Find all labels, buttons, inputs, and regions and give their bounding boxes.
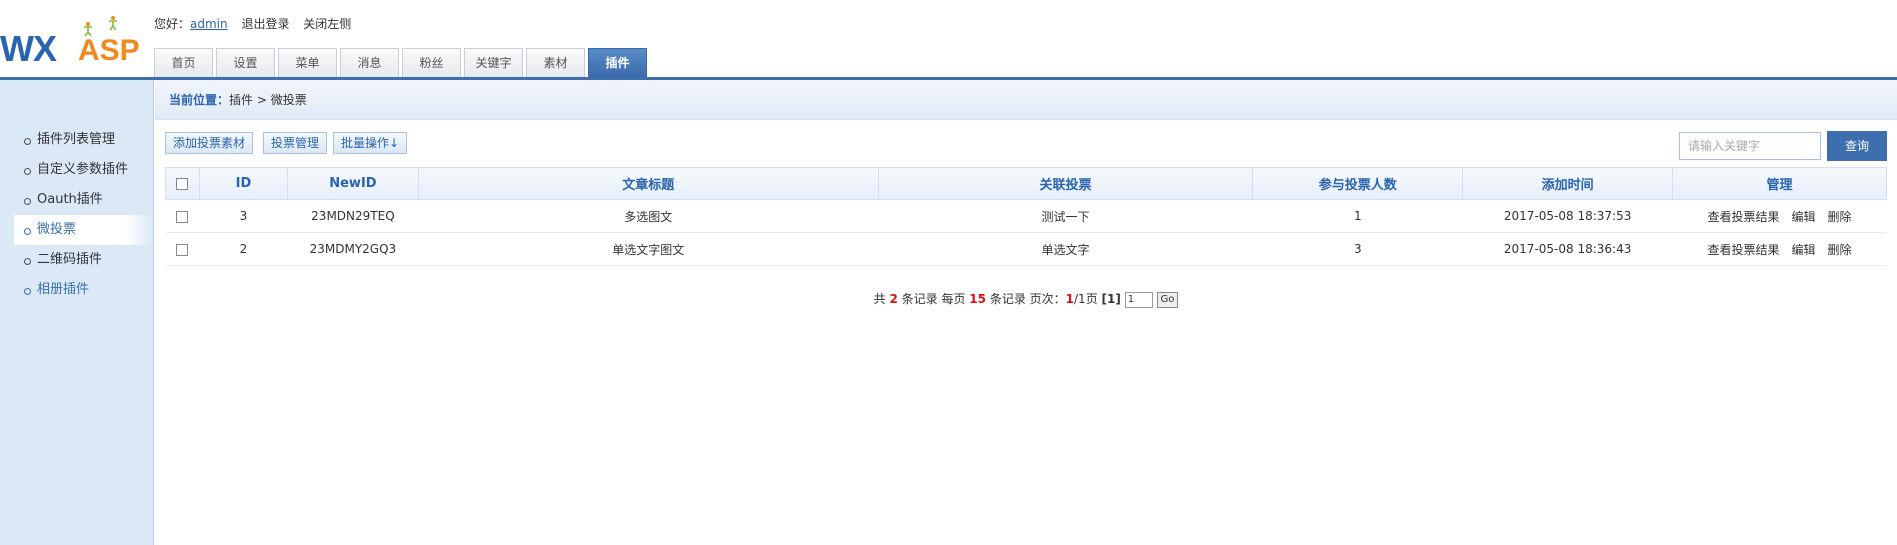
- pager-total: 2: [889, 292, 898, 306]
- cell-id: 3: [199, 199, 288, 233]
- top-bar: 您好：admin 退出登录 关闭左侧: [154, 15, 351, 32]
- greeting: 您好：: [154, 17, 191, 31]
- pager-records-per: 条记录 每页: [901, 292, 966, 306]
- view-results-link[interactable]: 查看投票结果: [1708, 243, 1780, 257]
- tab-keywords[interactable]: 关键字: [464, 48, 523, 77]
- tab-home[interactable]: 首页: [154, 48, 213, 77]
- sidebar: 插件列表管理 自定义参数插件 Oauth插件 微投票 二维码插件 相册插件: [0, 80, 154, 545]
- select-all-cell: [165, 167, 200, 200]
- sidebar-item-oauth[interactable]: Oauth插件: [0, 185, 153, 215]
- cell-title: 单选文字图文: [418, 232, 879, 266]
- logo-asp: ASP: [78, 34, 140, 67]
- logout-link[interactable]: 退出登录: [241, 17, 289, 31]
- toolbar: 添加投票素材 投票管理 批量操作↓ 查询: [155, 120, 1897, 162]
- pagination: 共 2 条记录 每页 15 条记录 页次：1/1页 [1] 1 Go: [155, 290, 1897, 308]
- page-number-input[interactable]: 1: [1124, 291, 1153, 308]
- add-vote-material-button[interactable]: 添加投票素材: [165, 132, 254, 154]
- select-all-checkbox[interactable]: [176, 177, 189, 190]
- logo: WX ASP: [0, 8, 152, 72]
- breadcrumb-path: 插件 > 微投票: [229, 93, 307, 107]
- header: WX ASP 您好：admin 退出登录 关闭左侧 首页 设置 菜单 消息 粉丝…: [0, 0, 1897, 80]
- col-title: 文章标题: [417, 167, 879, 200]
- main-content: 当前位置：插件 > 微投票 添加投票素材 投票管理 批量操作↓ 查询 ID Ne…: [155, 80, 1897, 545]
- username-link[interactable]: admin: [190, 17, 228, 31]
- cell-actions: 查看投票结果 编辑 删除: [1672, 199, 1887, 233]
- tab-fans[interactable]: 粉丝: [402, 48, 461, 77]
- cell-newid: 23MDN29TEQ: [287, 199, 419, 233]
- cell-newid: 23MDMY2GQ3: [287, 232, 419, 266]
- edit-link[interactable]: 编辑: [1792, 243, 1816, 257]
- col-newid: NewID: [286, 167, 419, 200]
- batch-action-button[interactable]: 批量操作↓: [333, 132, 408, 154]
- col-vote: 关联投票: [877, 167, 1254, 200]
- pager-prefix: 共: [873, 292, 886, 306]
- pager-page-list[interactable]: [1]: [1102, 292, 1121, 306]
- sidebar-item-qrcode[interactable]: 二维码插件: [0, 245, 153, 275]
- sidebar-item-album[interactable]: 相册插件: [0, 275, 153, 305]
- breadcrumb: 当前位置：插件 > 微投票: [155, 80, 1897, 120]
- tab-menu[interactable]: 菜单: [278, 48, 337, 77]
- cell-title: 多选图文: [418, 199, 879, 233]
- row-checkbox[interactable]: [176, 243, 189, 256]
- col-id: ID: [198, 167, 288, 200]
- breadcrumb-label: 当前位置：: [169, 93, 230, 107]
- cell-time: 2017-05-08 18:36:43: [1462, 232, 1673, 266]
- tab-plugins[interactable]: 插件: [588, 48, 647, 77]
- search-button[interactable]: 查询: [1827, 131, 1887, 161]
- logo-wx: WX: [0, 28, 57, 69]
- cell-vote: 单选文字: [878, 232, 1253, 266]
- cell-id: 2: [199, 232, 288, 266]
- go-button[interactable]: Go: [1156, 291, 1179, 308]
- tab-messages[interactable]: 消息: [340, 48, 399, 77]
- sidebar-item-vote[interactable]: 微投票: [14, 215, 153, 245]
- edit-link[interactable]: 编辑: [1792, 210, 1816, 224]
- delete-link[interactable]: 删除: [1828, 210, 1852, 224]
- pager-current: 1: [1065, 292, 1075, 306]
- tab-materials[interactable]: 素材: [526, 48, 585, 77]
- col-count: 参与投票人数: [1252, 167, 1464, 200]
- tab-settings[interactable]: 设置: [216, 48, 275, 77]
- table-row: 2 23MDMY2GQ3 单选文字图文 单选文字 3 2017-05-08 18…: [165, 232, 1887, 266]
- vote-manage-button[interactable]: 投票管理: [263, 132, 328, 154]
- logo-figure-icon: [109, 16, 117, 30]
- delete-link[interactable]: 删除: [1828, 243, 1852, 257]
- cell-count: 3: [1252, 232, 1463, 266]
- col-manage: 管理: [1672, 167, 1887, 200]
- row-checkbox[interactable]: [176, 210, 189, 223]
- sidebar-item-plugin-list[interactable]: 插件列表管理: [0, 125, 153, 155]
- col-time: 添加时间: [1462, 167, 1674, 200]
- main-nav: 首页 设置 菜单 消息 粉丝 关键字 素材 插件: [154, 48, 650, 77]
- search-input[interactable]: [1679, 132, 1821, 160]
- table-row: 3 23MDN29TEQ 多选图文 测试一下 1 2017-05-08 18:3…: [165, 199, 1887, 233]
- sidebar-item-custom-params[interactable]: 自定义参数插件: [0, 155, 153, 185]
- close-left-link[interactable]: 关闭左侧: [303, 17, 351, 31]
- cell-actions: 查看投票结果 编辑 删除: [1672, 232, 1887, 266]
- cell-time: 2017-05-08 18:37:53: [1462, 199, 1673, 233]
- view-results-link[interactable]: 查看投票结果: [1708, 210, 1780, 224]
- vote-table: ID NewID 文章标题 关联投票 参与投票人数 添加时间 管理 3 23MD…: [165, 167, 1887, 266]
- pager-pages-label: 条记录 页次：: [989, 292, 1066, 306]
- table-header-row: ID NewID 文章标题 关联投票 参与投票人数 添加时间 管理: [165, 167, 1887, 200]
- pager-per-page: 15: [969, 292, 986, 306]
- cell-count: 1: [1252, 199, 1463, 233]
- pager-pages-total: /1页: [1074, 292, 1098, 306]
- cell-vote: 测试一下: [878, 199, 1253, 233]
